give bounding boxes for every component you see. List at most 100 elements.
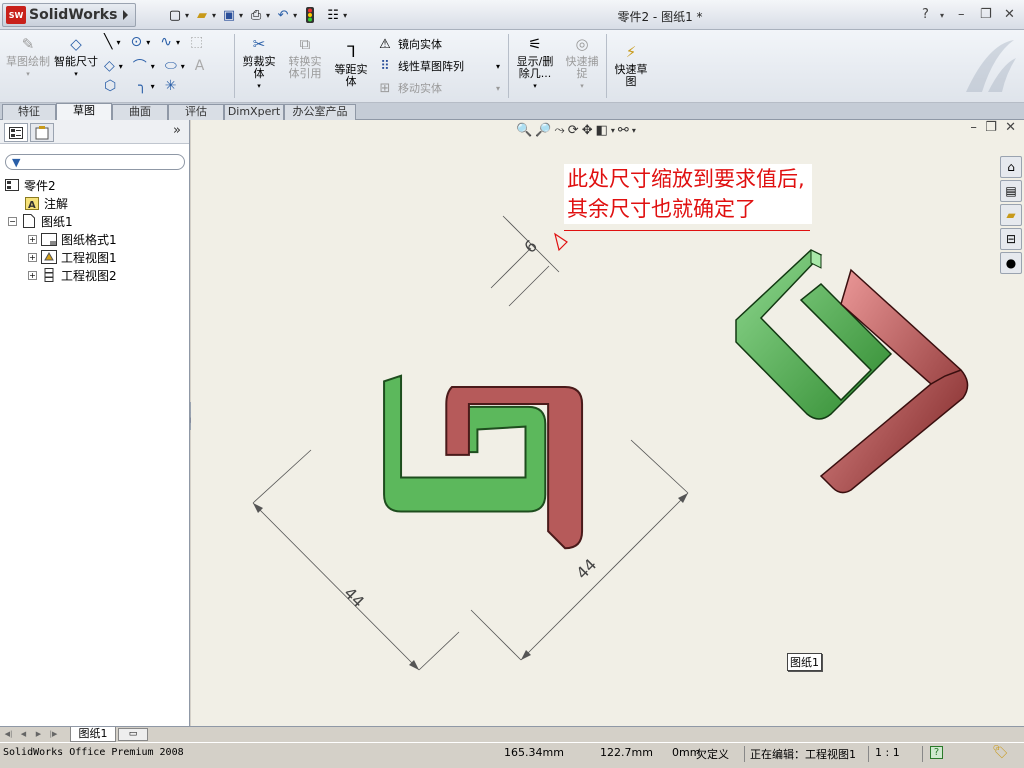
view-palette-icon[interactable]: ⊟ [1000,228,1022,250]
spline-icon[interactable]: ∿ [160,34,172,50]
tree-item-view2[interactable]: + 工程视图2 [28,266,117,284]
save-dropdown-icon[interactable]: ▾ [239,11,243,20]
expand-icon[interactable]: + [28,234,37,244]
options-icon[interactable]: ☷ [324,6,342,24]
open-dropdown-icon[interactable]: ▾ [212,11,216,20]
help-status-icon[interactable]: ? [930,746,943,759]
pan-icon[interactable]: ✥ [582,123,593,138]
dimension-right[interactable]: 44 [572,555,600,583]
convert-entities-button[interactable]: ⧉ 转换实体引用 [284,34,326,80]
smart-dimension-button[interactable]: ◇ 智能尺寸 ▾ [54,34,98,80]
ellipse-icon[interactable]: ⬭ [165,58,177,74]
linear-pattern-button[interactable]: ⠿ 线性草图阵列 [376,58,464,74]
options-dropdown-icon[interactable]: ▾ [343,11,347,20]
arc-icon[interactable]: ⌒ [133,56,147,76]
print-dropdown-icon[interactable]: ▾ [266,11,270,20]
tree-filter-input[interactable]: ▼ [5,154,185,170]
undo-dropdown-icon[interactable]: ▾ [293,11,297,20]
rectangle-icon[interactable]: ◇ [104,58,115,74]
feature-manager-tab-icon[interactable] [4,123,28,142]
save-icon[interactable]: ▣ [220,6,238,24]
tab-office-products[interactable]: 办公室产品 [284,104,356,120]
view-visibility-icon[interactable]: ⚯ [618,123,629,138]
zoom-to-fit-icon[interactable]: 🔍 [516,123,532,138]
rebuild-traffic-light-icon[interactable] [301,6,319,24]
construction-geometry-icon[interactable]: ⬚ [190,34,203,50]
drawing-area[interactable]: 6 44 44 🔍 🔎 ⤳ ⟳ ✥ ◧ ▾ ⚯ ▾ – ❐ ✕ ⌂ ▤ ▰ ⊟ … [191,120,1024,726]
tree-item-annotations[interactable]: A 注解 [24,194,68,212]
tab-sketch[interactable]: 草图 [56,103,112,120]
close-icon[interactable]: ✕ [1004,7,1015,22]
doc-minimize-icon[interactable]: – [970,120,977,135]
next-sheet-icon[interactable]: ▶ [33,729,44,740]
expand-icon[interactable]: + [28,270,37,280]
first-sheet-icon[interactable]: ◀| [3,729,14,740]
move-entities-button[interactable]: ⊞ 移动实体 [376,80,442,96]
doc-close-icon[interactable]: ✕ [1005,120,1016,135]
help-icon[interactable]: ? [922,7,929,22]
restore-icon[interactable]: ❐ [980,7,992,22]
prev-sheet-icon[interactable]: ◀ [18,729,29,740]
move-dropdown-icon[interactable]: ▾ [496,84,500,93]
tab-evaluate[interactable]: 评估 [168,104,224,120]
linear-pattern-dropdown-icon[interactable]: ▾ [496,62,500,71]
dimension-left[interactable]: 44 [340,583,368,611]
arc-dropdown-icon[interactable]: ▾ [151,62,155,71]
tree-item-part[interactable]: 零件2 [4,176,56,194]
design-library-icon[interactable]: ▤ [1000,180,1022,202]
undo-icon[interactable]: ↶ [274,6,292,24]
text-icon[interactable]: A [195,58,205,74]
file-explorer-icon[interactable]: ▰ [1000,204,1022,226]
panel-expand-icon[interactable]: » [173,123,181,138]
tab-features[interactable]: 特征 [2,104,56,120]
help-dropdown-icon[interactable]: ▾ [940,11,944,20]
display-style-dropdown-icon[interactable]: ▾ [611,126,615,135]
appearances-icon[interactable]: ● [1000,252,1022,274]
ellipse-dropdown-icon[interactable]: ▾ [181,62,185,71]
minimize-icon[interactable]: – [958,7,965,22]
point-icon[interactable]: ✳ [165,78,177,94]
expand-icon[interactable]: + [28,252,37,262]
display-delete-relations-button[interactable]: ⚟ 显示/删除几... ▾ [512,34,558,92]
new-document-icon[interactable]: ▢ [166,6,184,24]
dimension-small[interactable]: 6 [520,236,541,257]
solidworks-menu-button[interactable]: SW SolidWorks [2,3,136,27]
tree-item-sheet[interactable]: − 图纸1 [8,212,73,230]
sheet-scale[interactable]: 1 : 1 [875,746,900,759]
resources-home-icon[interactable]: ⌂ [1000,156,1022,178]
line-icon[interactable]: ╲ [104,34,112,50]
circle-icon[interactable]: ⊙ [130,34,142,50]
last-sheet-icon[interactable]: |▶ [48,729,59,740]
sheet-tab[interactable]: 图纸1 [70,727,116,742]
previous-view-icon[interactable]: ⤳ [554,123,564,138]
add-sheet-icon[interactable]: ▭ [118,728,148,741]
fillet-icon[interactable]: ╮ [138,78,146,94]
circle-dropdown-icon[interactable]: ▾ [146,38,150,47]
new-dropdown-icon[interactable]: ▾ [185,11,189,20]
collapse-icon[interactable]: − [8,216,17,226]
tab-surfaces[interactable]: 曲面 [112,104,168,120]
rebuild-icon[interactable]: ⟳ [568,123,579,138]
spline-dropdown-icon[interactable]: ▾ [176,38,180,47]
rapid-sketch-button[interactable]: ⚡ 快速草图 [610,42,652,88]
property-manager-tab-icon[interactable] [30,123,54,142]
trim-entities-button[interactable]: ✂ 剪裁实体 ▾ [238,34,280,92]
tab-dimxpert[interactable]: DimXpert [224,104,284,120]
mirror-entities-button[interactable]: ⚠ 镜向实体 [376,36,442,52]
display-style-icon[interactable]: ◧ [596,123,608,138]
line-dropdown-icon[interactable]: ▾ [116,38,120,47]
print-icon[interactable]: ⎙ [247,6,265,24]
sketch-button[interactable]: ✎ 草图绘制 ▾ [6,34,50,80]
zoom-area-icon[interactable]: 🔎 [535,123,551,138]
fillet-dropdown-icon[interactable]: ▾ [151,82,155,91]
view-visibility-dropdown-icon[interactable]: ▾ [632,126,636,135]
tree-item-view1[interactable]: + 工程视图1 [28,248,117,266]
tree-item-sheet-format[interactable]: + 图纸格式1 [28,230,117,248]
rectangle-dropdown-icon[interactable]: ▾ [119,62,123,71]
open-folder-icon[interactable]: ▰ [193,6,211,24]
doc-restore-icon[interactable]: ❐ [985,120,997,135]
annotation-note[interactable]: 此处尺寸缩放到要求值后,其余尺寸也就确定了 [564,164,812,224]
quick-snaps-button[interactable]: ◎ 快速捕捉 ▾ [562,34,602,92]
polygon-icon[interactable]: ⬡ [104,78,116,94]
offset-entities-button[interactable]: ᒣ 等距实体 [330,42,372,88]
